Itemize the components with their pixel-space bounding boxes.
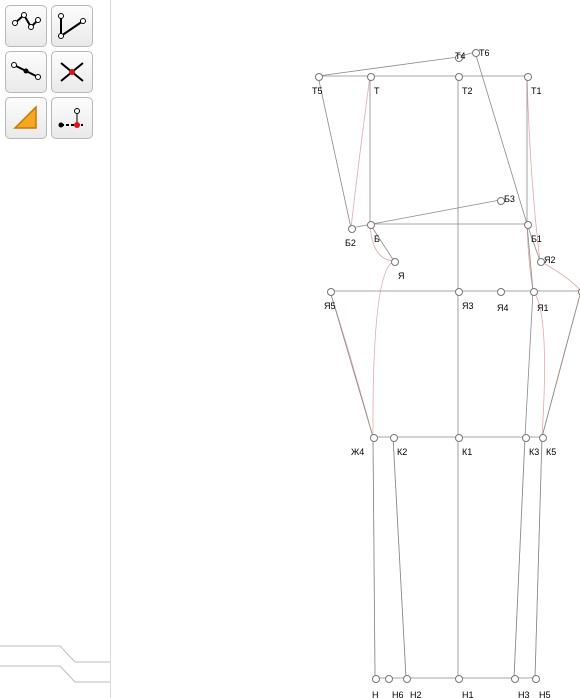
point-label-H6: Н6 (392, 690, 404, 698)
point-YA[interactable] (391, 258, 399, 266)
point-label-H3: Н3 (518, 690, 530, 698)
point-H3[interactable] (511, 675, 519, 683)
tool-point-on-line[interactable] (51, 97, 93, 139)
point-label-T6: Т6 (479, 48, 490, 58)
point-label-B1: Б1 (531, 234, 542, 244)
triangle-icon (11, 103, 41, 133)
point-T1[interactable] (524, 73, 532, 81)
point-YA4[interactable] (497, 288, 505, 296)
intersect-icon (57, 57, 87, 87)
point-on-line-icon (57, 103, 87, 133)
polyline-icon (11, 11, 41, 41)
point-K5[interactable] (539, 434, 547, 442)
point-label-K2: К2 (397, 447, 407, 457)
point-K2[interactable] (390, 434, 398, 442)
tool-angle[interactable] (51, 5, 93, 47)
point-B[interactable] (367, 221, 375, 229)
point-YA3[interactable] (455, 288, 463, 296)
point-label-T2: Т2 (462, 86, 473, 96)
tool-line-midpoint[interactable] (5, 51, 47, 93)
point-H[interactable] (372, 675, 380, 683)
tool-triangle[interactable] (5, 97, 47, 139)
point-H2[interactable] (403, 675, 411, 683)
point-label-T1: Т1 (531, 86, 542, 96)
point-H5[interactable] (532, 675, 540, 683)
point-label-YA4: Я4 (497, 303, 509, 313)
angle-icon (57, 11, 87, 41)
point-K1[interactable] (455, 434, 463, 442)
line-midpoint-icon (11, 57, 41, 87)
tool-intersect[interactable] (51, 51, 93, 93)
point-label-YA2: Я2 (544, 255, 556, 265)
point-label-K4_dup: Ж4 (351, 447, 364, 457)
point-YA1[interactable] (530, 288, 538, 296)
tool-polyline[interactable] (5, 5, 47, 47)
point-K4_dup[interactable] (370, 434, 378, 442)
point-label-T5: Т5 (312, 86, 323, 96)
point-label-H: Н (372, 690, 379, 698)
point-label-B: Б (374, 234, 380, 244)
drawing-canvas[interactable]: Т5ТТ2Т1Т4Т6Б3Б2ББ1ЯЯ2Я5Я3Я4Я1Я9Ж4К2К1К3К… (110, 0, 580, 698)
toolbox-collapse-decoration (0, 618, 110, 698)
point-B2[interactable] (348, 225, 356, 233)
point-label-T: Т (374, 86, 380, 96)
point-label-YA5: Я5 (324, 301, 336, 311)
point-label-YA3: Я3 (462, 301, 474, 311)
point-B1[interactable] (524, 221, 532, 229)
point-label-H1: Н1 (462, 690, 474, 698)
point-label-K3: К3 (529, 447, 539, 457)
point-label-YA: Я (398, 271, 405, 281)
point-T[interactable] (367, 73, 375, 81)
toolbar (5, 5, 93, 139)
point-label-K1: К1 (462, 447, 472, 457)
point-H1[interactable] (455, 675, 463, 683)
point-label-T4: Т4 (455, 51, 466, 61)
point-label-H2: Н2 (410, 690, 422, 698)
point-T5[interactable] (315, 73, 323, 81)
point-H6[interactable] (385, 675, 393, 683)
point-T2[interactable] (455, 73, 463, 81)
point-label-B2: Б2 (345, 238, 356, 248)
point-label-K5: К5 (546, 447, 556, 457)
point-label-YA1: Я1 (537, 303, 549, 313)
point-label-B3: Б3 (504, 194, 515, 204)
point-YA5[interactable] (327, 288, 335, 296)
point-label-H5: Н5 (539, 690, 551, 698)
point-K3[interactable] (522, 434, 530, 442)
